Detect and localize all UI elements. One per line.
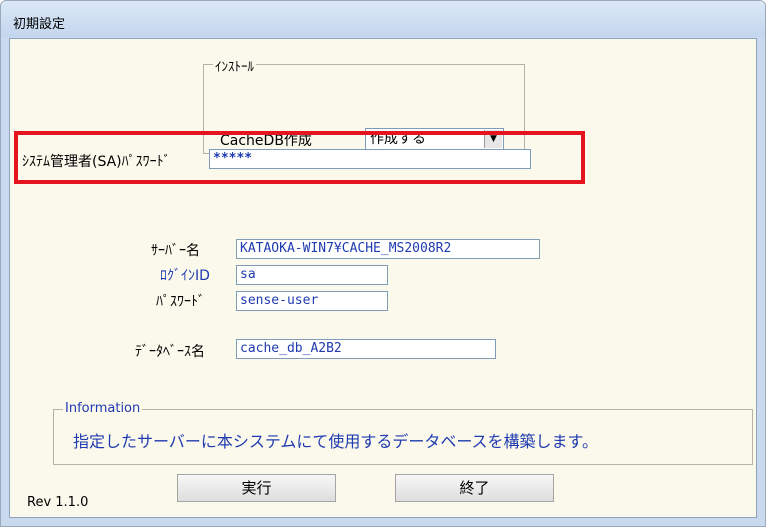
title-bar: 初期設定 <box>1 1 765 37</box>
password-field[interactable]: sense-user <box>236 291 388 311</box>
dialog-window: 初期設定 ｲﾝｽﾄｰﾙ CacheDB作成 作成する ▼ ｼｽﾃﾑ管理者(SA)… <box>0 0 766 527</box>
database-name-field[interactable]: cache_db_A2B2 <box>236 339 496 359</box>
dialog-body: ｲﾝｽﾄｰﾙ CacheDB作成 作成する ▼ ｼｽﾃﾑ管理者(SA)ﾊﾟｽﾜｰ… <box>9 38 757 518</box>
server-name-label: ｻｰﾊﾞｰ名 <box>151 243 200 259</box>
window-title: 初期設定 <box>13 17 66 32</box>
database-name-label: ﾃﾞｰﾀﾍﾞｰｽ名 <box>135 344 205 360</box>
information-legend: Information <box>63 401 143 416</box>
version-label: Rev 1.1.0 <box>27 495 89 510</box>
highlight-box <box>14 131 585 184</box>
exit-button[interactable]: 終了 <box>395 474 554 502</box>
run-button[interactable]: 実行 <box>177 474 336 502</box>
password-label: ﾊﾟｽﾜｰﾄﾞ <box>156 294 205 310</box>
login-id-field[interactable]: sa <box>236 265 388 285</box>
login-id-label: ﾛｸﾞｲﾝID <box>160 268 210 284</box>
server-name-field[interactable]: KATAOKA-WIN7¥CACHE_MS2008R2 <box>236 239 540 259</box>
information-text: 指定したサーバーに本システムにて使用するデータベースを構築します。 <box>73 432 598 451</box>
install-group-legend: ｲﾝｽﾄｰﾙ <box>213 56 256 75</box>
